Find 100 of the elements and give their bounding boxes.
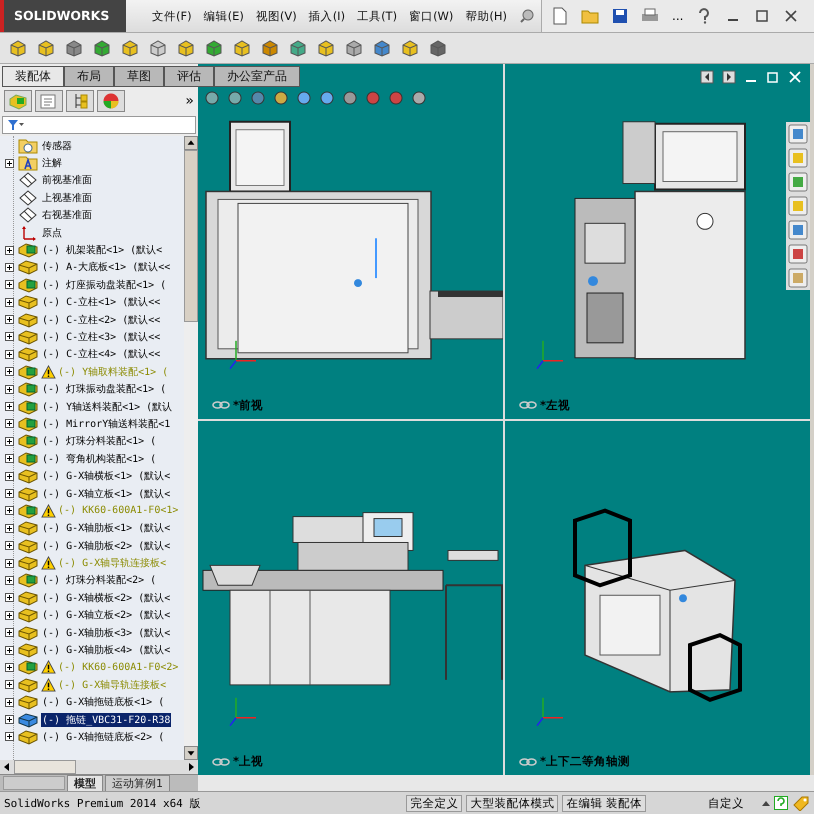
task-pane-icon[interactable] [788,172,808,192]
expand-icon[interactable] [5,646,14,655]
expand-icon[interactable] [5,506,14,516]
expand-icon[interactable] [5,315,14,324]
view-tool-icon[interactable] [365,90,381,106]
tree-item[interactable]: (-) C-立柱<2> (默认<< [41,312,162,327]
tool-icon[interactable] [428,38,448,58]
expand-icon[interactable] [5,332,14,342]
expand-icon[interactable] [5,384,14,394]
link-icon[interactable] [212,400,230,410]
command-tab[interactable]: 草图 [114,66,164,87]
expand-panel-button[interactable]: » [185,93,194,109]
close-icon[interactable] [784,9,798,23]
horizontal-scrollbar[interactable] [0,760,198,774]
view-tool-icon[interactable] [227,90,243,106]
task-pane-icon[interactable] [788,196,808,216]
vertical-scrollbar[interactable] [184,136,198,760]
tree-item[interactable]: (-) G-X轴横板<1> (默认< [41,469,172,484]
caret-icon[interactable] [762,800,770,806]
command-tab[interactable]: 装配体 [2,66,64,87]
restore-icon[interactable] [766,70,780,84]
expand-icon[interactable] [5,436,14,446]
printer-icon[interactable] [641,8,660,24]
viewport[interactable]: *上下二等角轴测 [505,420,810,775]
tool-icon[interactable] [344,38,364,58]
view-tool-icon[interactable] [296,90,312,106]
tree-item[interactable]: (-) Y轴送料装配<1> (默认 [41,400,174,414]
next-view-icon[interactable] [722,70,736,84]
save-icon[interactable] [612,8,628,24]
menu-item[interactable]: 插入(I) [308,8,346,24]
task-pane-icon[interactable] [788,268,808,288]
expand-icon[interactable] [5,541,14,550]
expand-icon[interactable] [5,732,14,742]
tree-item[interactable]: (-) C-立柱<3> (默认<< [41,330,162,344]
new-document-icon[interactable] [552,7,568,25]
configuration-tab-icon[interactable] [66,90,94,112]
tool-icon[interactable] [400,38,420,58]
help-icon[interactable] [696,8,710,24]
tool-icon[interactable] [288,38,308,58]
command-tab[interactable]: 布局 [64,66,114,87]
expand-icon[interactable] [5,610,14,620]
scroll-down-icon[interactable] [184,746,198,760]
help-icon[interactable] [774,796,788,810]
feature-tree-tab-icon[interactable] [4,90,32,112]
view-tool-icon[interactable] [204,90,220,106]
expand-icon[interactable] [5,576,14,585]
menu-item[interactable]: 编辑(E) [204,8,244,24]
menu-item[interactable]: 窗口(W) [409,8,454,24]
tree-item[interactable]: 传感器 [41,138,73,153]
expand-icon[interactable] [5,628,14,638]
expand-icon[interactable] [5,262,14,272]
previous-view-icon[interactable] [700,70,714,84]
tool-icon[interactable] [64,38,84,58]
scroll-up-icon[interactable] [184,136,198,150]
tree-item[interactable]: (-) MirrorY轴送料装配<1 [41,416,172,431]
menu-item[interactable]: 工具(T) [357,8,398,24]
expand-icon[interactable] [5,419,14,428]
expand-icon[interactable] [5,489,14,498]
tree-item[interactable]: 原点 [41,226,63,240]
expand-icon[interactable] [5,593,14,602]
menu-item[interactable]: 视图(V) [256,8,297,24]
tree-item[interactable]: (-) G-X轴横板<2> (默认< [41,590,172,605]
restore-icon[interactable] [754,9,768,23]
tree-item[interactable]: (-) G-X轴肋板<2> (默认< [41,538,172,553]
tree-item[interactable]: (-) C-立柱<1> (默认<< [41,295,162,310]
tree-item[interactable]: 注解 [41,156,63,170]
open-folder-icon[interactable] [581,8,600,24]
link-icon[interactable] [212,756,230,766]
expand-icon[interactable] [5,454,14,464]
tool-icon[interactable] [232,38,252,58]
view-tool-icon[interactable] [250,90,266,106]
tool-icon[interactable] [316,38,336,58]
command-tab[interactable]: 办公室产品 [214,66,300,87]
link-icon[interactable] [519,400,537,410]
viewport[interactable]: *左视 [505,64,810,418]
tree-item[interactable]: 前视基准面 [41,173,93,188]
expand-icon[interactable] [5,367,14,376]
tree-item[interactable]: (-) G-X轴立板<1> (默认< [41,486,172,500]
command-tab[interactable]: 评估 [164,66,214,87]
tree-item[interactable]: (-) C-立柱<4> (默认<< [41,347,162,362]
expand-icon[interactable] [5,472,14,481]
tree-item[interactable]: (-) 灯珠分料装配<1> ( [41,434,158,448]
viewport[interactable]: *上视 [198,420,503,775]
view-tool-icon[interactable] [319,90,335,106]
tree-item[interactable]: (-) 拖链_VBC31-F20-R38 [41,712,172,727]
tag-icon[interactable] [792,795,810,811]
tree-item[interactable]: (-) G-X轴肋板<1> (默认< [41,521,172,536]
tree-item[interactable]: (-) 灯座振动盘装配<1> ( [41,278,168,292]
tree-item[interactable]: (-) 机架装配<1> (默认< [41,243,164,258]
expand-icon[interactable] [5,680,14,690]
tool-icon[interactable] [36,38,56,58]
tree-item[interactable]: 上视基准面 [41,190,93,205]
tree-item[interactable]: (-) G-X轴立板<2> (默认< [41,608,172,622]
expand-icon[interactable] [5,715,14,724]
tool-icon[interactable] [176,38,196,58]
more-commands[interactable]: ... [672,9,684,23]
tool-icon[interactable] [204,38,224,58]
menu-item[interactable]: 文件(F) [152,8,192,24]
tree-item[interactable]: (-) G-X轴肋板<3> (默认< [41,626,172,640]
expand-icon[interactable] [5,698,14,707]
